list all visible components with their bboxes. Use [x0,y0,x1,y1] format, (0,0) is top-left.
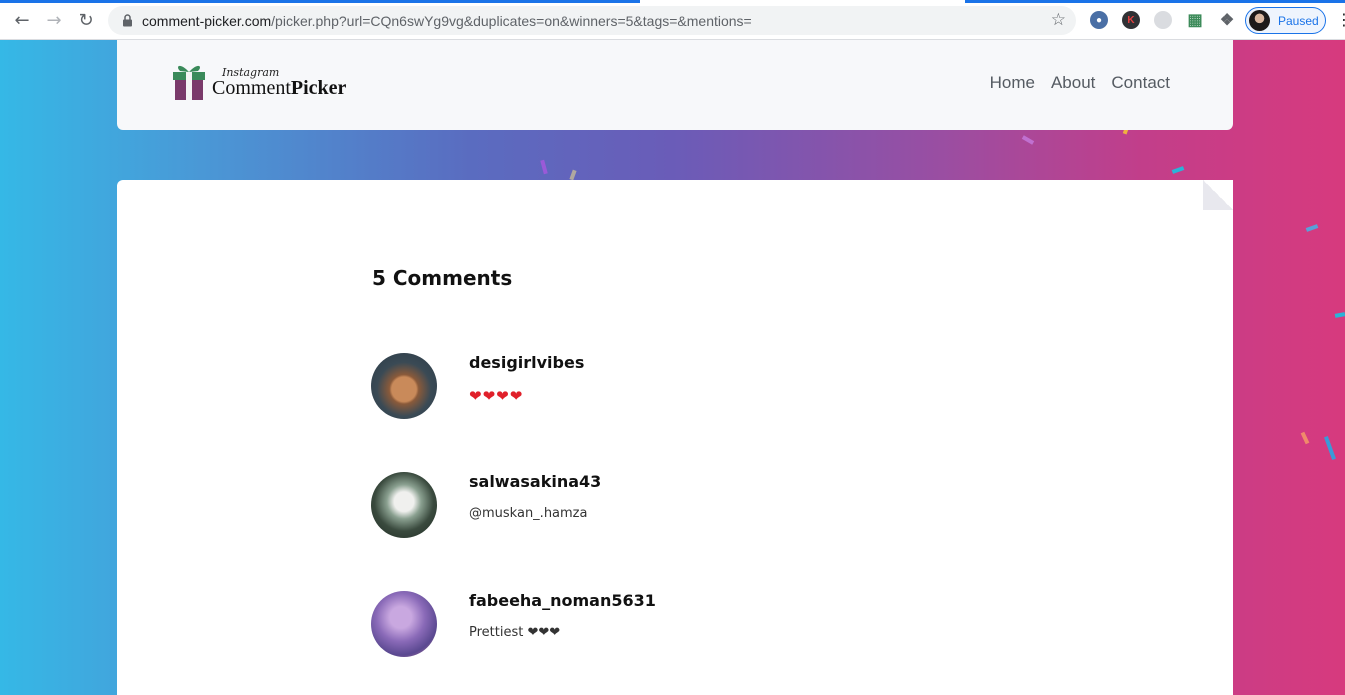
star-icon[interactable]: ☆ [1051,10,1066,30]
avatar[interactable] [371,353,437,419]
back-icon[interactable]: ← [10,8,34,32]
tab-strip-accent [965,0,1345,3]
comment-text: Prettiest ❤❤❤ [469,625,561,640]
browser-toolbar: ← → ↻ comment-picker.com/picker.php?url=… [0,0,1345,40]
comment-item: desigirlvibes ❤❤❤❤ [371,353,971,423]
nav-about-link[interactable]: About [1051,73,1095,93]
site-nav: Home About Contact [990,73,1170,93]
nav-contact-link[interactable]: Contact [1111,73,1170,93]
comment-username[interactable]: desigirlvibes [469,353,584,372]
site-logo[interactable]: Instagram CommentPicker [170,60,355,102]
nav-home-link[interactable]: Home [990,73,1035,93]
confetti-decoration [569,169,577,181]
lock-icon[interactable] [120,14,134,28]
gift-icon [173,65,205,100]
logo-wordmark-regular: Comment [212,77,291,99]
reload-icon[interactable]: ↻ [74,8,98,32]
confetti-decoration [1334,312,1345,318]
confetti-decoration [1305,224,1319,232]
comments-title: 5 Comments [372,266,513,290]
extension-k-icon[interactable]: K [1122,11,1140,29]
comment-text: ❤❤❤❤ [469,387,524,405]
logo-wordmark: CommentPicker [212,77,346,100]
url-host: comment-picker.com [142,12,272,29]
comment-username[interactable]: fabeeha_noman5631 [469,591,656,610]
comment-item: salwasakina43 @muskan_.hamza [371,472,971,542]
comment-text: @muskan_.hamza [469,506,588,521]
forward-icon[interactable]: → [42,8,66,32]
tab-strip-accent [0,0,640,3]
profile-status-label: Paused [1278,13,1319,28]
avatar[interactable] [371,591,437,657]
confetti-decoration [1300,431,1310,445]
url-text[interactable]: comment-picker.com/picker.php?url=CQn6sw… [142,13,752,29]
extension-icon[interactable]: ● [1090,11,1108,29]
address-bar[interactable]: comment-picker.com/picker.php?url=CQn6sw… [108,6,1076,35]
confetti-decoration [1171,166,1185,174]
gift-extension-icon[interactable]: ▦ [1186,11,1204,29]
card-corner-fold [1203,180,1233,210]
profile-button[interactable]: Paused [1245,7,1326,34]
confetti-decoration [1324,436,1336,460]
avatar[interactable] [371,472,437,538]
puzzle-icon[interactable]: ❖ [1218,11,1236,29]
comments-card: 5 Comments desigirlvibes ❤❤❤❤ salwasakin… [117,180,1233,695]
confetti-decoration [1021,135,1035,145]
avatar [1249,10,1270,31]
url-path: /picker.php?url=CQn6swYg9vg&duplicates=o… [271,12,752,29]
logo-wordmark-bold: Picker [290,77,347,99]
comment-item: fabeeha_noman5631 Prettiest ❤❤❤ [371,591,971,661]
site-header: Instagram CommentPicker Home About Conta… [117,40,1233,130]
comment-username[interactable]: salwasakina43 [469,472,601,491]
extension-icon[interactable] [1154,11,1172,29]
menu-dots-icon[interactable]: ⋮ [1336,10,1345,29]
confetti-decoration [540,159,548,175]
